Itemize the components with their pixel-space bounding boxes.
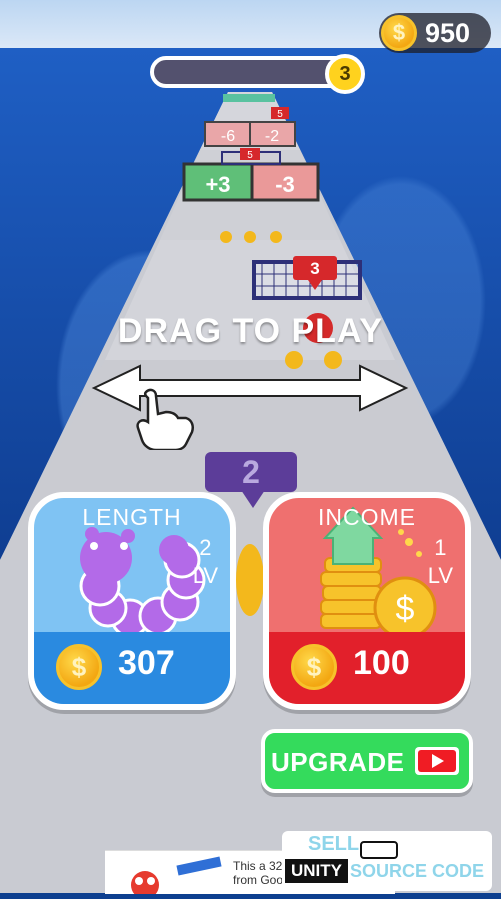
card-level-number: 1 [434, 535, 447, 560]
player-ball [236, 544, 264, 616]
card-level-number: 2 [199, 535, 212, 560]
ball [244, 231, 256, 243]
income-upgrade-card[interactable]: $ INCOME 1 LV $ 100 [263, 492, 471, 710]
gate-label: -3 [275, 172, 295, 197]
upgrade-label: UPGRADE [271, 747, 405, 777]
ball [270, 231, 282, 243]
length-upgrade-card[interactable]: LENGTH 2 LV $ 307 [28, 492, 236, 710]
basket-count: 5 [247, 150, 253, 161]
card-level: 1 LV [428, 534, 453, 590]
gate-label: +3 [205, 172, 230, 197]
card-price: 307 [118, 644, 175, 682]
coin-icon: $ [291, 644, 337, 690]
count-bubble: 2 [205, 452, 297, 508]
watermark-sell: SELL [308, 833, 360, 855]
card-level-unit: LV [192, 563, 218, 588]
card-level: 2 LV [193, 534, 218, 590]
gamepad-icon [360, 841, 398, 859]
upgrade-button[interactable]: UPGRADE [261, 729, 473, 793]
basket-count: 3 [310, 259, 319, 278]
watermark-unity: UNITY [285, 859, 348, 883]
ball [285, 351, 303, 369]
ad-image [131, 856, 222, 899]
svg-text:$: $ [396, 590, 415, 628]
card-price: 100 [353, 644, 410, 682]
card-level-unit: LV [427, 563, 453, 588]
basket-count: 5 [277, 109, 283, 120]
coin-balance: 950 [425, 17, 471, 48]
card-title: LENGTH [82, 504, 182, 530]
hand-pointer-icon [136, 388, 194, 450]
card-price-bar: $ 307 [34, 632, 230, 704]
ball [324, 351, 342, 369]
video-ad-icon [415, 747, 459, 775]
card-price-bar: $ 100 [269, 632, 465, 704]
coin-icon: $ [381, 15, 417, 51]
level-badge: 3 [325, 54, 365, 94]
drag-to-play-text: DRAG TO PLAY [117, 312, 384, 350]
ball [220, 231, 232, 243]
watermark-source: SOURCE CODE [350, 861, 485, 881]
coin-counter: $ 950 [379, 13, 491, 53]
gate-label: -2 [265, 128, 279, 145]
coin-icon: $ [56, 644, 102, 690]
watermark: SELL UNITY SOURCE CODE [282, 831, 492, 891]
card-title: INCOME [318, 504, 416, 530]
gate-label: -6 [221, 128, 235, 145]
far-gate [223, 94, 275, 102]
